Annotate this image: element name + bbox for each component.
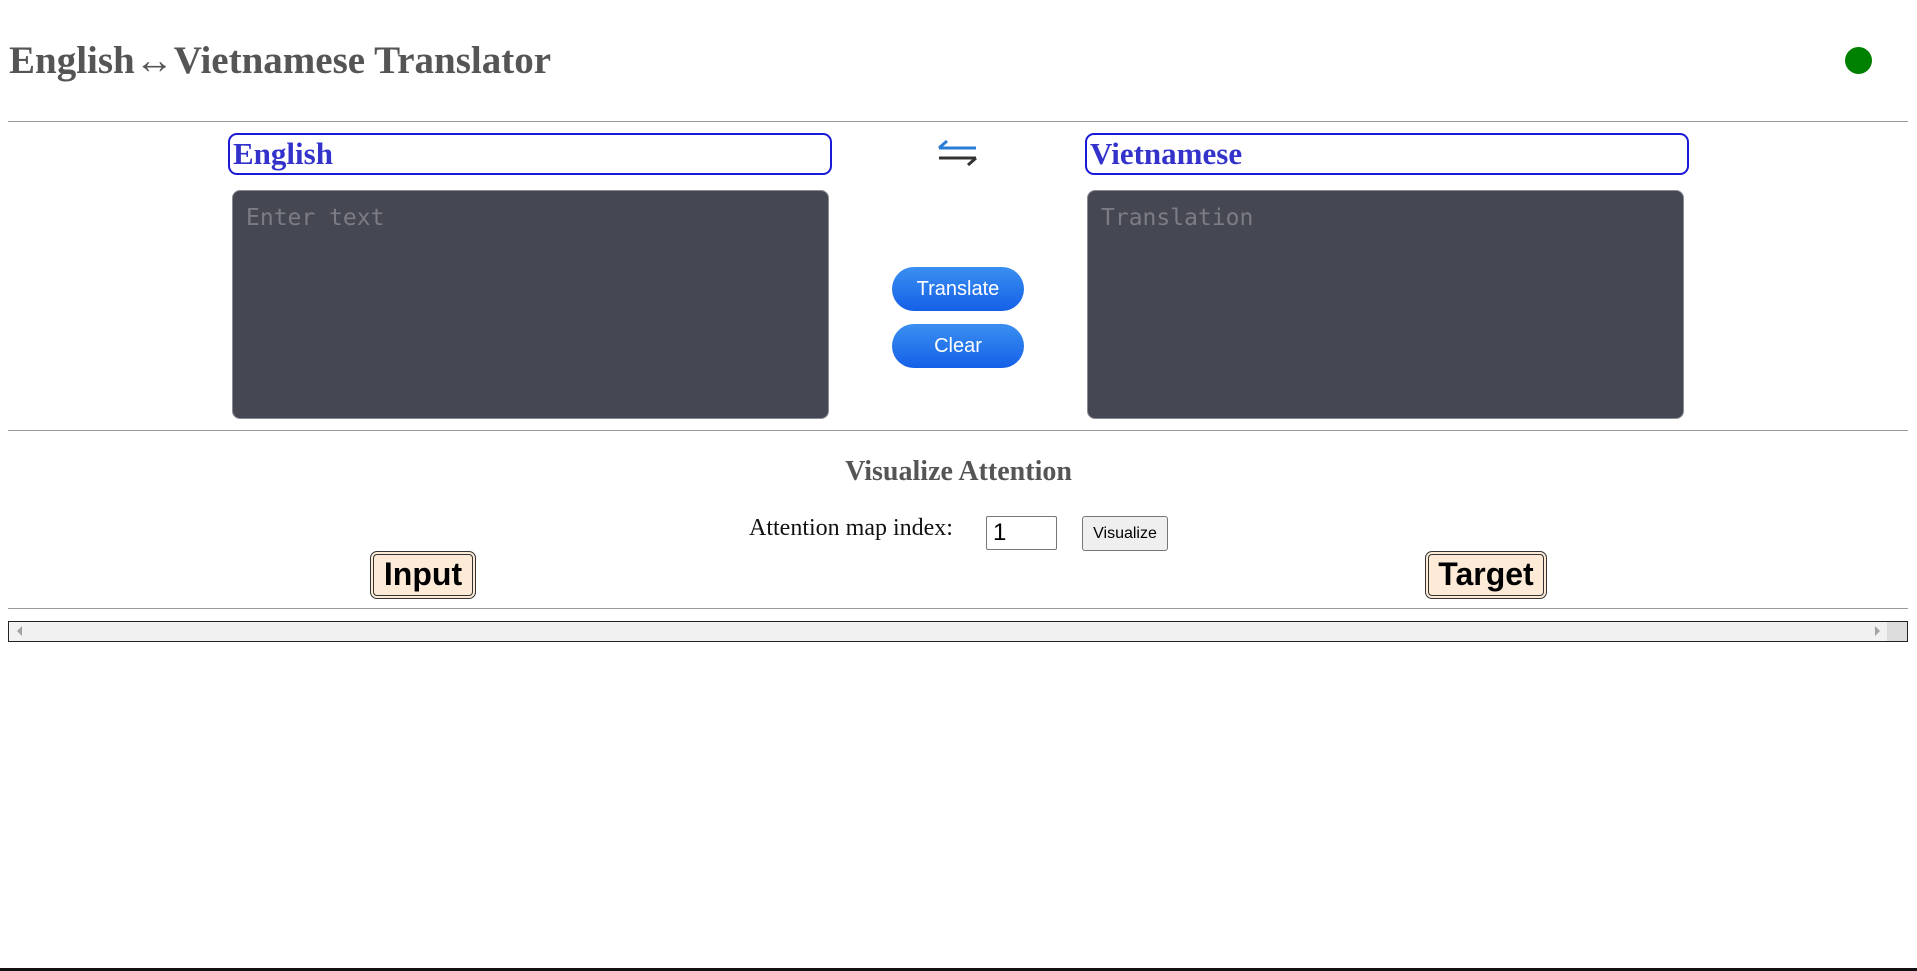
- scroll-right-icon[interactable]: [1875, 626, 1880, 636]
- target-sequence-label: Target: [1425, 551, 1547, 599]
- visualize-button[interactable]: Visualize: [1082, 516, 1168, 551]
- page: English↔Vietnamese Translator English Vi…: [0, 0, 1917, 971]
- attention-index-input[interactable]: [986, 516, 1057, 550]
- target-language-label[interactable]: Vietnamese: [1085, 133, 1689, 175]
- translation-output[interactable]: [1087, 190, 1684, 419]
- attention-heading: Visualize Attention: [845, 456, 1072, 487]
- attention-index-label: Attention map index:: [749, 515, 953, 541]
- swap-arrows-icon[interactable]: [936, 138, 980, 168]
- scroll-left-icon[interactable]: [17, 626, 22, 636]
- divider-middle: [8, 430, 1908, 431]
- source-language-label[interactable]: English: [228, 133, 832, 175]
- horizontal-scrollbar[interactable]: [8, 621, 1908, 642]
- scrollbar-corner: [1887, 622, 1907, 641]
- clear-button[interactable]: Clear: [892, 324, 1024, 368]
- divider-top: [8, 121, 1908, 122]
- divider-bottom: [8, 608, 1908, 609]
- source-text-input[interactable]: [232, 190, 829, 419]
- app-title: English↔Vietnamese Translator: [9, 39, 552, 82]
- status-indicator: [1845, 47, 1872, 74]
- input-sequence-label: Input: [370, 551, 476, 599]
- translate-button[interactable]: Translate: [892, 267, 1024, 311]
